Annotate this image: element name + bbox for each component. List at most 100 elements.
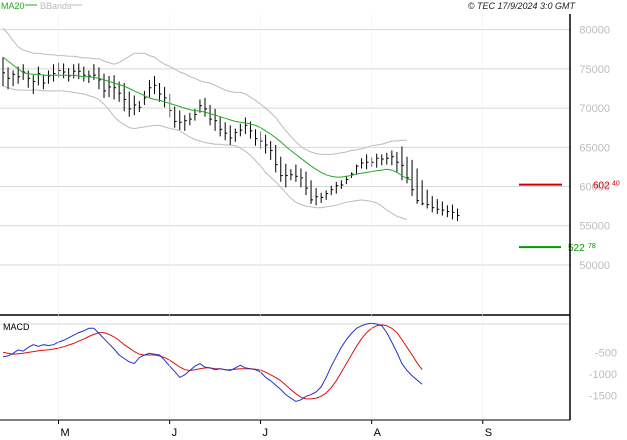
ohlc-bar bbox=[265, 134, 268, 154]
x-axis: MJJAS bbox=[58, 14, 492, 439]
ohlc-bar bbox=[174, 106, 177, 128]
ohlc-bar bbox=[103, 73, 106, 98]
ma20-line bbox=[2, 56, 413, 181]
level-label-decimals: 78 bbox=[588, 243, 596, 250]
ohlc-bar bbox=[239, 123, 243, 137]
copyright-label: © TEC 17/9/2024 3:0 GMT bbox=[468, 1, 577, 11]
ohlc-bar bbox=[47, 70, 51, 84]
ohlc-bar bbox=[315, 188, 319, 206]
support-level: 522 78 bbox=[519, 243, 596, 254]
price-tick-label: 80000 bbox=[579, 25, 610, 37]
ohlc-bar bbox=[436, 199, 440, 214]
ohlc-bar bbox=[7, 67, 11, 90]
ohlc-bar bbox=[376, 153, 379, 168]
ohlc-bar bbox=[290, 169, 293, 181]
macd-title: MACD bbox=[3, 322, 30, 332]
ohlc-bar bbox=[426, 189, 430, 209]
ohlc-bar bbox=[229, 125, 233, 145]
x-tick-label: J bbox=[263, 427, 269, 439]
ohlc-bar bbox=[164, 86, 167, 108]
signal-line bbox=[2, 324, 423, 400]
x-tick-label: M bbox=[61, 427, 70, 439]
price-tick-label: 55000 bbox=[579, 221, 610, 233]
price-tick-label: 65000 bbox=[579, 142, 610, 154]
ohlc-bar bbox=[325, 190, 329, 200]
ohlc-bar bbox=[133, 95, 137, 116]
macd-tick-label: -1000 bbox=[589, 369, 617, 381]
macd-panel: -500 -1000 -1500 MACD bbox=[0, 322, 617, 402]
ohlc-bar bbox=[457, 208, 460, 222]
price-tick-label: 50000 bbox=[579, 260, 610, 272]
ohlc-bar bbox=[219, 116, 223, 137]
ohlc-bar bbox=[159, 83, 162, 102]
ohlc-bar bbox=[451, 204, 455, 220]
ohlc-bar bbox=[128, 91, 132, 117]
ohlc-bars bbox=[2, 57, 460, 222]
ohlc-bar bbox=[22, 64, 26, 80]
x-tick-label: A bbox=[374, 427, 382, 439]
ohlc-bar bbox=[234, 128, 238, 142]
ohlc-bar bbox=[270, 141, 273, 160]
ohlc-bar bbox=[310, 180, 314, 204]
ohlc-bar bbox=[335, 181, 339, 194]
ohlc-bar bbox=[148, 79, 152, 98]
ohlc-bar bbox=[179, 110, 182, 131]
ohlc-bar bbox=[305, 171, 308, 196]
ohlc-bar bbox=[169, 93, 172, 118]
macd-tick-label: -500 bbox=[595, 347, 617, 359]
ohlc-bar bbox=[320, 192, 324, 203]
ohlc-bar bbox=[154, 75, 157, 94]
ohlc-bar bbox=[446, 205, 450, 218]
ohlc-bar bbox=[431, 195, 435, 213]
ohlc-bar bbox=[300, 168, 303, 188]
ohlc-bar bbox=[386, 152, 389, 165]
ohlc-bar bbox=[42, 74, 46, 90]
ohlc-bar bbox=[275, 144, 278, 173]
level-label-decimals: 40 bbox=[612, 181, 620, 188]
ohlc-bar bbox=[340, 180, 344, 189]
macd-line bbox=[2, 322, 423, 403]
ohlc-bar bbox=[204, 97, 207, 117]
ohlc-bar bbox=[391, 150, 394, 166]
ohlc-bar bbox=[295, 164, 298, 182]
ohlc-bar bbox=[441, 201, 445, 216]
price-y-axis: 50000550006000065000700007500080000 bbox=[579, 25, 610, 272]
ohlc-bar bbox=[189, 112, 192, 126]
ohlc-bar bbox=[78, 63, 81, 80]
stock-chart: MA20 BBands © TEC 17/9/2024 3:0 GMT 5000… bbox=[0, 1, 620, 439]
ohlc-bar bbox=[224, 122, 228, 141]
ohlc-bar bbox=[143, 90, 147, 105]
ohlc-bar bbox=[12, 70, 16, 87]
legend-ma20: MA20 bbox=[1, 1, 25, 11]
ohlc-bar bbox=[113, 75, 117, 100]
ohlc-bar bbox=[138, 101, 142, 113]
ohlc-bar bbox=[27, 70, 31, 88]
ohlc-bar bbox=[345, 176, 349, 185]
ohlc-bar bbox=[32, 75, 36, 94]
chart-legend: MA20 BBands bbox=[1, 1, 82, 11]
ohlc-bar bbox=[366, 154, 369, 170]
ohlc-bar bbox=[330, 185, 334, 196]
ohlc-bar bbox=[381, 154, 384, 166]
x-tick-label: J bbox=[172, 427, 178, 439]
ohlc-bar bbox=[285, 163, 288, 188]
ohlc-bar bbox=[108, 75, 112, 98]
price-tick-label: 70000 bbox=[579, 103, 610, 115]
ohlc-bar bbox=[2, 57, 5, 87]
x-tick-label: S bbox=[485, 427, 492, 439]
price-panel: 50000550006000065000700007500080000 602 4… bbox=[0, 25, 620, 272]
ohlc-bar bbox=[260, 131, 263, 149]
ohlc-bar bbox=[411, 159, 415, 196]
ohlc-bar bbox=[421, 180, 425, 206]
ohlc-bar bbox=[255, 129, 258, 146]
ohlc-bar bbox=[244, 117, 248, 134]
macd-y-axis: -500 -1000 -1500 bbox=[589, 347, 617, 402]
ohlc-bar bbox=[184, 115, 187, 131]
price-tick-label: 75000 bbox=[579, 64, 610, 76]
level-label: 602 bbox=[593, 181, 610, 192]
ohlc-bar bbox=[396, 152, 399, 173]
ohlc-bar bbox=[361, 158, 364, 169]
ohlc-bar bbox=[280, 156, 283, 182]
ohlc-bar bbox=[63, 63, 66, 79]
legend-bbands: BBands bbox=[40, 1, 72, 11]
